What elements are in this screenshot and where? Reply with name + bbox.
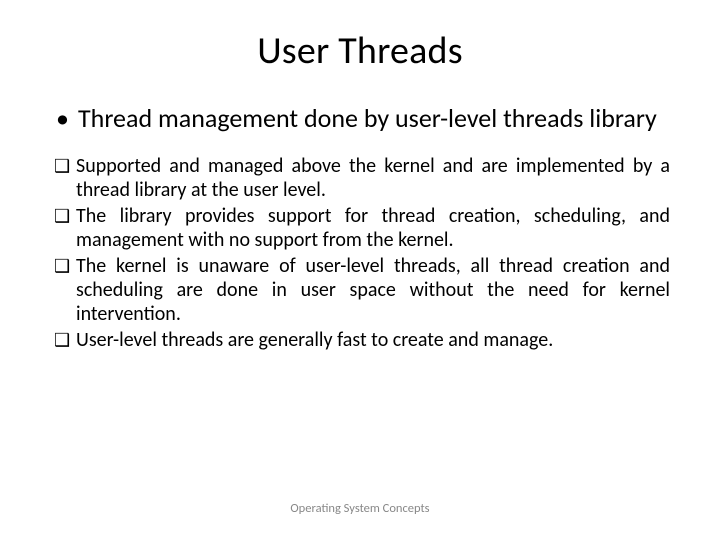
bullet-dot-icon: • xyxy=(56,102,78,134)
list-item: ❑ Supported and managed above the kernel… xyxy=(54,154,670,202)
footer-text: Operating System Concepts xyxy=(0,501,720,516)
square-bullet-icon: ❑ xyxy=(54,154,76,202)
main-bullet-text: Thread management done by user-level thr… xyxy=(78,102,670,134)
square-bullet-icon: ❑ xyxy=(54,328,76,352)
page-title: User Threads xyxy=(50,28,670,74)
sub-bullet-list: ❑ Supported and managed above the kernel… xyxy=(50,154,670,352)
list-item: ❑ The library provides support for threa… xyxy=(54,204,670,252)
list-item: ❑ User-level threads are generally fast … xyxy=(54,328,670,352)
sub-bullet-text: User-level threads are generally fast to… xyxy=(76,328,670,352)
main-bullet: • Thread management done by user-level t… xyxy=(50,102,670,134)
list-item: ❑ The kernel is unaware of user-level th… xyxy=(54,254,670,326)
square-bullet-icon: ❑ xyxy=(54,204,76,252)
slide: User Threads • Thread management done by… xyxy=(0,0,720,540)
sub-bullet-text: The kernel is unaware of user-level thre… xyxy=(76,254,670,326)
sub-bullet-text: Supported and managed above the kernel a… xyxy=(76,154,670,202)
sub-bullet-text: The library provides support for thread … xyxy=(76,204,670,252)
square-bullet-icon: ❑ xyxy=(54,254,76,326)
